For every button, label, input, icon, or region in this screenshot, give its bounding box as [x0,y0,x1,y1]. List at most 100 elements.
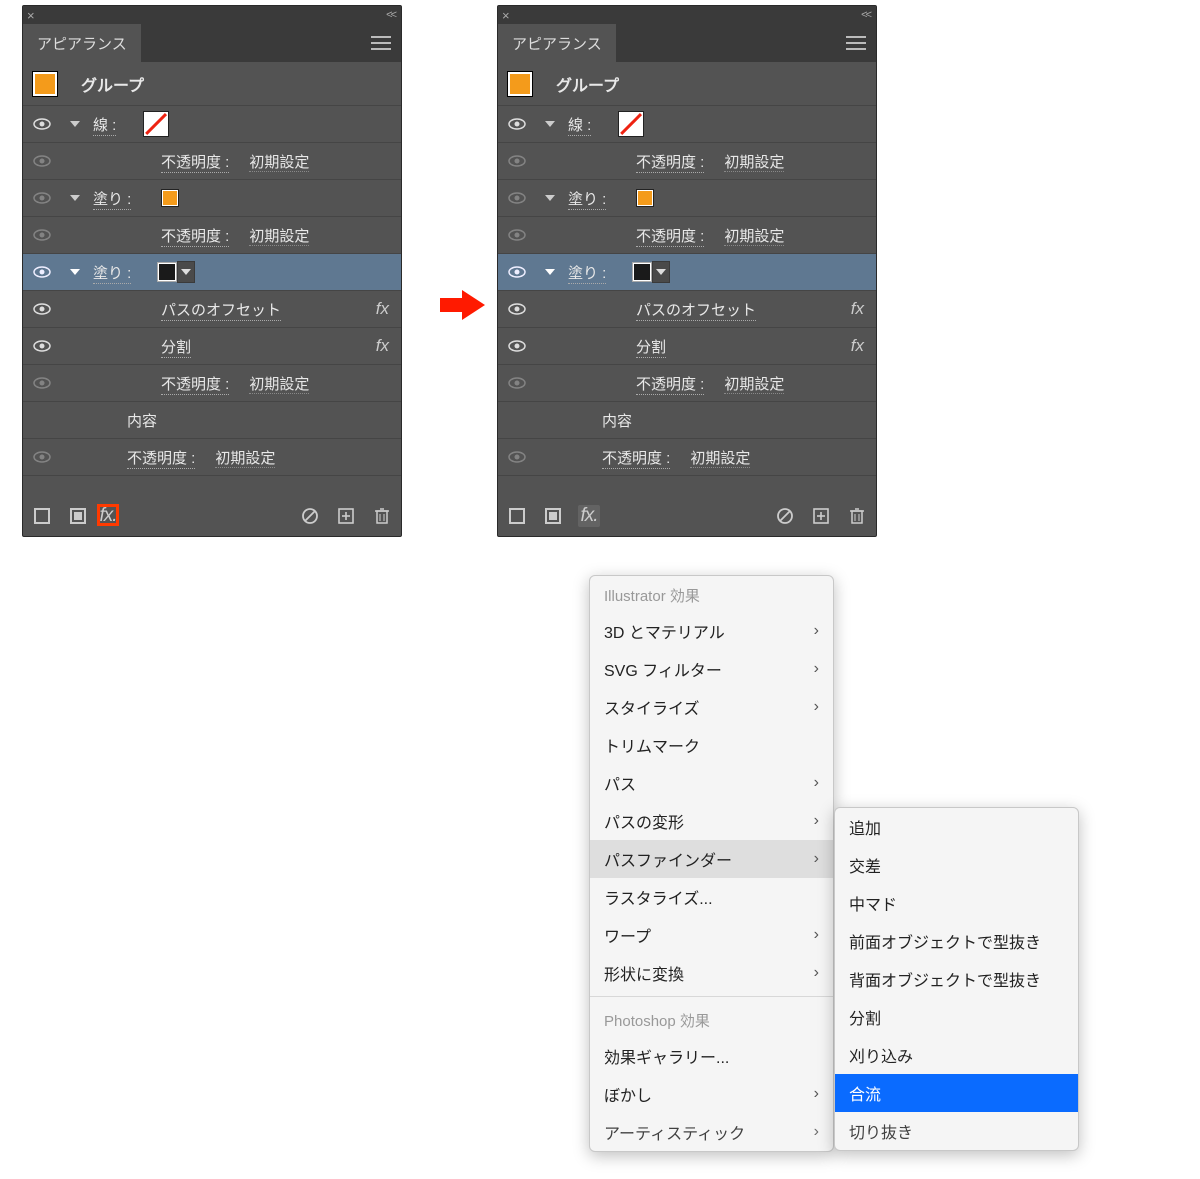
menu-item[interactable]: スタイライズ› [590,688,833,726]
fill-swatch-dark[interactable] [632,262,652,282]
stroke-swatch-none[interactable] [144,112,168,136]
swatch-dropdown-icon[interactable] [652,261,670,283]
menu-item[interactable]: パス› [590,764,833,802]
row-fill2-opacity[interactable]: 不透明度 : 初期設定 [498,365,876,402]
row-fill-1[interactable]: 塗り : [23,180,401,217]
submenu-item[interactable]: 分割 [835,998,1078,1036]
tab-appearance[interactable]: アピアランス [23,24,141,62]
close-icon[interactable]: × [502,8,510,23]
visibility-icon[interactable] [23,340,61,352]
stroke-label[interactable]: 線 : [93,117,116,136]
opacity-label[interactable]: 不透明度 : [161,228,229,247]
opacity-label[interactable]: 不透明度 : [161,154,229,173]
fx-indicator-icon[interactable]: fx [851,336,864,356]
opacity-value[interactable]: 初期設定 [724,228,784,246]
new-fill-icon[interactable] [542,505,564,527]
visibility-icon[interactable] [23,192,61,204]
visibility-icon[interactable] [23,155,61,167]
menu-item[interactable]: SVG フィルター› [590,650,833,688]
visibility-icon[interactable] [498,229,536,241]
visibility-icon[interactable] [23,377,61,389]
clear-appearance-icon[interactable] [774,505,796,527]
visibility-icon[interactable] [23,118,61,130]
opacity-label[interactable]: 不透明度 : [127,450,195,469]
opacity-label[interactable]: 不透明度 : [636,228,704,247]
menu-item[interactable]: 3D とマテリアル› [590,612,833,650]
opacity-label[interactable]: 不透明度 : [636,154,704,173]
chevron-down-icon[interactable] [536,269,564,275]
row-fill1-opacity[interactable]: 不透明度 : 初期設定 [23,217,401,254]
stroke-swatch-none[interactable] [619,112,643,136]
chevron-down-icon[interactable] [61,121,89,127]
opacity-value[interactable]: 初期設定 [724,154,784,172]
visibility-icon[interactable] [23,229,61,241]
chevron-down-icon[interactable] [61,269,89,275]
visibility-icon[interactable] [498,118,536,130]
row-contents[interactable]: 内容 [498,402,876,439]
chevron-down-icon[interactable] [536,121,564,127]
divide-label[interactable]: 分割 [636,339,666,358]
panel-menu-icon[interactable] [846,36,866,50]
divide-label[interactable]: 分割 [161,339,191,358]
fill-label[interactable]: 塗り : [568,191,606,210]
opacity-value[interactable]: 初期設定 [690,450,750,468]
opacity-value[interactable]: 初期設定 [724,376,784,394]
submenu-item[interactable]: 切り抜き [835,1112,1078,1150]
menu-item[interactable]: 効果ギャラリー... [590,1037,833,1075]
row-overall-opacity[interactable]: 不透明度 : 初期設定 [498,439,876,476]
menu-item[interactable]: 形状に変換› [590,954,833,992]
row-divide[interactable]: 分割 fx [498,328,876,365]
opacity-value[interactable]: 初期設定 [249,376,309,394]
submenu-item[interactable]: 合流 [835,1074,1078,1112]
duplicate-icon[interactable] [335,505,357,527]
row-fill1-opacity[interactable]: 不透明度 : 初期設定 [498,217,876,254]
opacity-value[interactable]: 初期設定 [215,450,275,468]
menu-item[interactable]: パスの変形› [590,802,833,840]
opacity-label[interactable]: 不透明度 : [161,376,229,395]
row-fill2-opacity[interactable]: 不透明度 : 初期設定 [23,365,401,402]
new-fill-icon[interactable] [67,505,89,527]
fill-label[interactable]: 塗り : [568,265,606,284]
clear-appearance-icon[interactable] [299,505,321,527]
opacity-label[interactable]: 不透明度 : [636,376,704,395]
visibility-icon[interactable] [498,155,536,167]
row-offset-path[interactable]: パスのオフセット fx [23,291,401,328]
row-divide[interactable]: 分割 fx [23,328,401,365]
stroke-label[interactable]: 線 : [568,117,591,136]
menu-item[interactable]: ラスタライズ... [590,878,833,916]
row-stroke[interactable]: 線 : [23,106,401,143]
opacity-value[interactable]: 初期設定 [249,228,309,246]
duplicate-icon[interactable] [810,505,832,527]
fx-indicator-icon[interactable]: fx [851,299,864,319]
visibility-icon[interactable] [23,266,61,278]
collapse-icon[interactable]: << [861,9,870,21]
trash-icon[interactable] [846,505,868,527]
fx-indicator-icon[interactable]: fx [376,336,389,356]
visibility-icon[interactable] [23,303,61,315]
row-stroke[interactable]: 線 : [498,106,876,143]
submenu-item[interactable]: 中マド [835,884,1078,922]
visibility-icon[interactable] [498,303,536,315]
row-offset-path[interactable]: パスのオフセット fx [498,291,876,328]
collapse-icon[interactable]: << [386,9,395,21]
row-fill-2-selected[interactable]: 塗り : [498,254,876,291]
panel-menu-icon[interactable] [371,36,391,50]
chevron-down-icon[interactable] [61,195,89,201]
tab-appearance[interactable]: アピアランス [498,24,616,62]
fx-indicator-icon[interactable]: fx [376,299,389,319]
menu-item[interactable]: パスファインダー› [590,840,833,878]
fill-swatch-orange[interactable] [636,189,654,207]
visibility-icon[interactable] [498,377,536,389]
menu-item[interactable]: アーティスティック› [590,1113,833,1151]
visibility-icon[interactable] [498,340,536,352]
trash-icon[interactable] [371,505,393,527]
new-stroke-icon[interactable] [506,505,528,527]
chevron-down-icon[interactable] [536,195,564,201]
fill-swatch-orange[interactable] [161,189,179,207]
row-overall-opacity[interactable]: 不透明度 : 初期設定 [23,439,401,476]
row-stroke-opacity[interactable]: 不透明度 : 初期設定 [23,143,401,180]
fill-swatch-dark[interactable] [157,262,177,282]
submenu-item[interactable]: 追加 [835,808,1078,846]
submenu-item[interactable]: 交差 [835,846,1078,884]
visibility-icon[interactable] [498,451,536,463]
